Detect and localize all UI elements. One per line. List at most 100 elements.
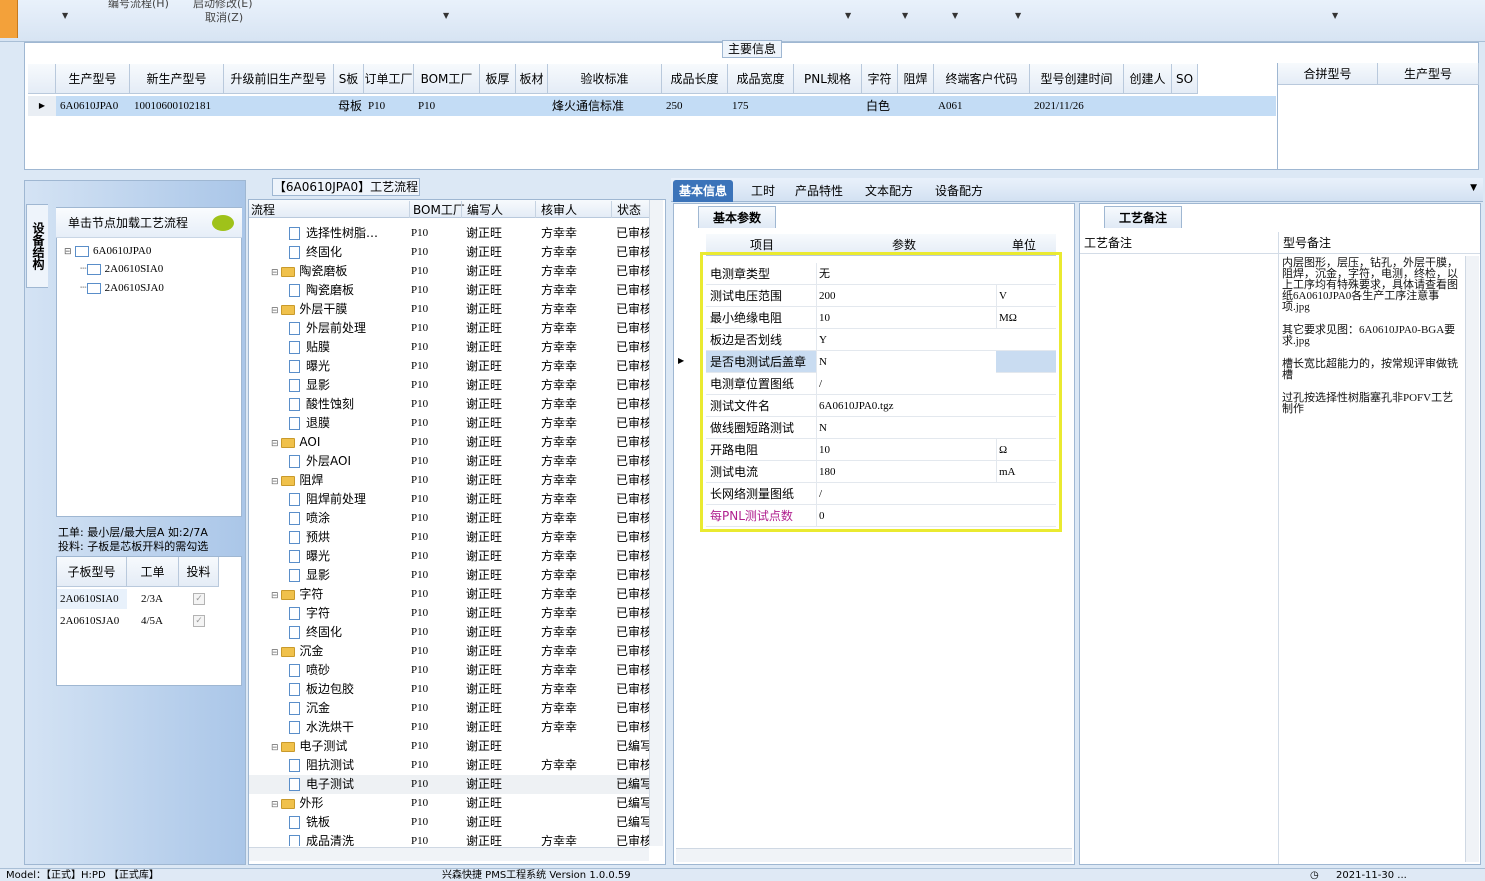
- flow-row[interactable]: 阻焊前处理 P10 谢正旺 方幸幸 已审核: [249, 490, 649, 509]
- flow-row[interactable]: 板边包胶 P10 谢正旺 方幸幸 已审核: [249, 680, 649, 699]
- flow-row[interactable]: 电子测试 P10 谢正旺 已编写: [249, 775, 649, 794]
- feed-checkbox[interactable]: ✓: [193, 593, 205, 605]
- flow-row[interactable]: 喷涂 P10 谢正旺 方幸幸 已审核: [249, 509, 649, 528]
- tree-node-root[interactable]: ⊟ 6A0610JPA0: [64, 244, 151, 257]
- column-header[interactable]: 阻焊: [898, 64, 934, 94]
- param-value[interactable]: /: [816, 483, 996, 505]
- column-header[interactable]: 成品宽度: [728, 64, 794, 94]
- tree-expander-icon[interactable]: ⊟: [271, 743, 281, 753]
- column-header[interactable]: 验收标准: [548, 64, 662, 94]
- param-value[interactable]: 无: [816, 263, 996, 285]
- param-value[interactable]: Y: [816, 329, 996, 351]
- flow-row[interactable]: 预烘 P10 谢正旺 方幸幸 已审核: [249, 528, 649, 547]
- flow-row[interactable]: ⊟ 字符 P10 谢正旺 方幸幸 已审核: [249, 585, 649, 604]
- flow-header-cell[interactable]: 编写人: [461, 201, 535, 218]
- param-row[interactable]: 长网络测量图纸 /: [706, 483, 1056, 505]
- flow-row[interactable]: 喷砂 P10 谢正旺 方幸幸 已审核: [249, 661, 649, 680]
- tab-device-structure[interactable]: 设备结构: [26, 204, 48, 288]
- param-row[interactable]: 电测章类型 无: [706, 263, 1056, 285]
- column-header[interactable]: 生产型号: [56, 64, 130, 94]
- chevron-down-icon[interactable]: ▼: [1470, 183, 1477, 193]
- merge-header[interactable]: 生产型号: [1378, 63, 1479, 85]
- chevron-down-icon[interactable]: ▼: [443, 11, 449, 20]
- column-header[interactable]: SO: [1172, 64, 1198, 94]
- column-header[interactable]: 创建人: [1124, 64, 1172, 94]
- params-hscroll[interactable]: [676, 848, 1072, 862]
- sub-header[interactable]: 投料: [179, 557, 219, 587]
- flow-header-cell[interactable]: 核审人: [535, 201, 609, 218]
- tree-expander-icon[interactable]: ⊟: [271, 648, 281, 658]
- param-value[interactable]: /: [816, 373, 996, 395]
- menu-item-number-flow[interactable]: 编号流程(H): [108, 0, 169, 11]
- param-row[interactable]: 最小绝缘电阻 10 MΩ: [706, 307, 1056, 329]
- param-row[interactable]: 每PNL测试点数 0: [706, 505, 1056, 527]
- flow-row[interactable]: ⊟ 外层干膜 P10 谢正旺 方幸幸 已审核: [249, 300, 649, 319]
- table-cell[interactable]: 2021/11/26: [1034, 96, 1122, 116]
- column-header[interactable]: 新生产型号: [130, 64, 224, 94]
- param-row[interactable]: 开路电阻 10 Ω: [706, 439, 1056, 461]
- chevron-down-icon[interactable]: ▼: [1332, 11, 1338, 20]
- flow-row[interactable]: 终固化 P10 谢正旺 方幸幸 已审核: [249, 623, 649, 642]
- flow-row[interactable]: 贴膜 P10 谢正旺 方幸幸 已审核: [249, 338, 649, 357]
- flow-row[interactable]: 水洗烘干 P10 谢正旺 方幸幸 已审核: [249, 718, 649, 737]
- tab-product-features[interactable]: 产品特性: [789, 180, 849, 202]
- merge-header[interactable]: 合拼型号: [1278, 63, 1378, 85]
- column-header[interactable]: 板材: [516, 64, 548, 94]
- flow-row[interactable]: ⊟ 陶瓷磨板 P10 谢正旺 方幸幸 已审核: [249, 262, 649, 281]
- param-value[interactable]: 180: [816, 461, 996, 483]
- menu-item-cancel[interactable]: 取消(Z): [205, 9, 243, 25]
- sub-cell[interactable]: 2A0610SIA0: [57, 589, 127, 609]
- param-row[interactable]: 测试电压范围 200 V: [706, 285, 1056, 307]
- tree-expander-icon[interactable]: ⊟: [271, 439, 281, 449]
- tab-text-recipe[interactable]: 文本配方: [859, 180, 919, 202]
- column-header[interactable]: 升级前旧生产型号: [224, 64, 334, 94]
- load-flow-button[interactable]: 单击节点加载工艺流程: [56, 208, 242, 238]
- flow-row[interactable]: ⊟ AOI P10 谢正旺 方幸幸 已审核: [249, 433, 649, 452]
- flow-header-cell[interactable]: BOM工厂: [409, 201, 465, 218]
- table-cell[interactable]: A061: [938, 96, 1028, 116]
- param-value[interactable]: N: [816, 417, 996, 439]
- column-header[interactable]: 成品长度: [662, 64, 728, 94]
- param-value[interactable]: 200: [816, 285, 996, 307]
- flow-row[interactable]: ⊟ 沉金 P10 谢正旺 方幸幸 已审核: [249, 642, 649, 661]
- tab-basic-info[interactable]: 基本信息: [673, 180, 734, 202]
- param-value[interactable]: 10: [816, 439, 996, 461]
- chevron-down-icon[interactable]: ▼: [845, 11, 851, 20]
- flow-row[interactable]: 阻抗测试 P10 谢正旺 方幸幸 已审核: [249, 756, 649, 775]
- tab-device-recipe[interactable]: 设备配方: [929, 180, 989, 202]
- table-cell[interactable]: P10: [418, 96, 478, 116]
- flow-row[interactable]: 退膜 P10 谢正旺 方幸幸 已审核: [249, 414, 649, 433]
- table-cell[interactable]: P10: [368, 96, 412, 116]
- param-value[interactable]: N: [816, 351, 996, 373]
- sub-cell[interactable]: 2/3A: [141, 589, 179, 609]
- column-header[interactable]: BOM工厂: [414, 64, 480, 94]
- param-value[interactable]: 0: [816, 505, 996, 527]
- flow-row[interactable]: 显影 P10 谢正旺 方幸幸 已审核: [249, 376, 649, 395]
- tree-node-child[interactable]: ┄ 2A0610SJA0: [80, 281, 164, 294]
- flow-row[interactable]: 沉金 P10 谢正旺 方幸幸 已审核: [249, 699, 649, 718]
- column-header[interactable]: PNL规格: [794, 64, 862, 94]
- sub-header[interactable]: 工单: [127, 557, 179, 587]
- flow-row[interactable]: 显影 P10 谢正旺 方幸幸 已审核: [249, 566, 649, 585]
- flow-row[interactable]: 曝光 P10 谢正旺 方幸幸 已审核: [249, 547, 649, 566]
- flow-row[interactable]: 终固化 P10 谢正旺 方幸幸 已审核: [249, 243, 649, 262]
- tab-work-hours[interactable]: 工时: [745, 180, 781, 202]
- flow-row[interactable]: ⊟ 电子测试 P10 谢正旺 已编写: [249, 737, 649, 756]
- table-cell[interactable]: 175: [732, 96, 792, 116]
- table-cell[interactable]: 母板: [338, 96, 362, 116]
- feed-checkbox[interactable]: ✓: [193, 615, 205, 627]
- tree-expander-icon[interactable]: ⊟: [271, 306, 281, 316]
- flow-row[interactable]: 字符 P10 谢正旺 方幸幸 已审核: [249, 604, 649, 623]
- column-header[interactable]: S板: [334, 64, 364, 94]
- table-cell[interactable]: 10010600102181: [134, 96, 222, 116]
- param-row[interactable]: 是否电测试后盖章 N: [706, 351, 1056, 373]
- flow-hscroll[interactable]: [249, 847, 649, 861]
- flow-row[interactable]: 外层AOI P10 谢正旺 方幸幸 已审核: [249, 452, 649, 471]
- chevron-down-icon[interactable]: ▼: [952, 11, 958, 20]
- sub-header[interactable]: 子板型号: [57, 557, 127, 587]
- sub-cell[interactable]: 4/5A: [141, 611, 179, 631]
- column-header[interactable]: 订单工厂: [364, 64, 414, 94]
- tree-expander-icon[interactable]: ⊟: [271, 800, 281, 810]
- table-cell[interactable]: 烽火通信标准: [552, 96, 660, 116]
- flow-row[interactable]: ⊟ 外形 P10 谢正旺 已编写: [249, 794, 649, 813]
